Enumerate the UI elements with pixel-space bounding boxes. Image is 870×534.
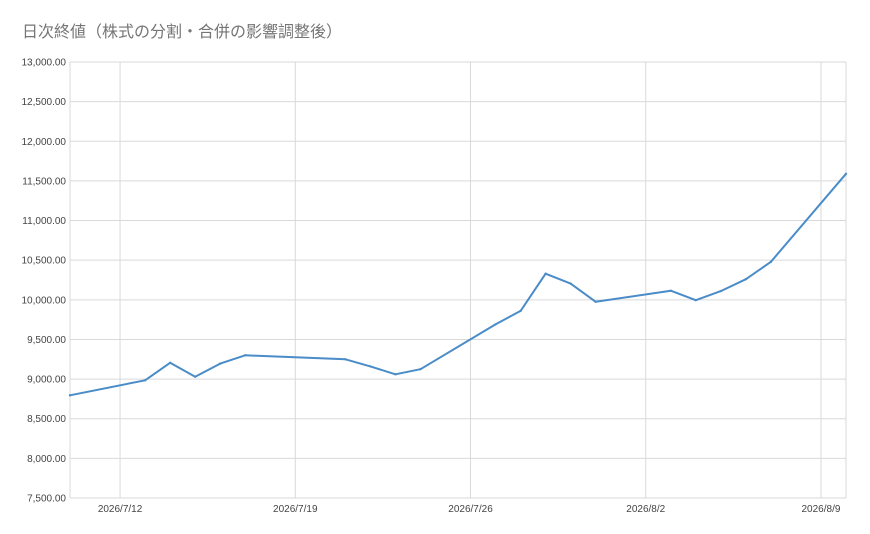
data-point [143, 379, 147, 382]
data-point [519, 309, 522, 313]
data-point [244, 354, 247, 357]
y-tick-label: 12,000.00 [22, 137, 67, 148]
horizontal-gridlines [70, 61, 846, 499]
y-tick-label: 11,000.00 [22, 216, 66, 227]
x-tick-label: 2026/8/2 [626, 504, 665, 515]
y-tick-label: 7,500.00 [27, 494, 66, 505]
y-tick-label: 13,000.00 [22, 58, 67, 69]
data-point [769, 260, 773, 263]
y-tick-label: 9,500.00 [27, 335, 66, 346]
data-point [193, 375, 197, 378]
data-point [719, 289, 723, 293]
data-point [419, 367, 422, 371]
y-axis-labels: 7,500.00 8,000.00 8,500.00 9,000.00 9,500.00… [22, 58, 67, 505]
data-point [544, 272, 547, 275]
y-tick-label: 8,500.00 [27, 414, 66, 425]
series-line [69, 173, 847, 397]
data-point [218, 362, 222, 365]
x-tick-label: 2026/7/26 [448, 504, 493, 515]
data-point [669, 289, 672, 292]
y-tick-label: 11,500.00 [22, 176, 66, 187]
x-tick-label: 2026/7/19 [273, 504, 318, 515]
data-point [494, 323, 497, 326]
data-point [694, 299, 698, 302]
data-point [168, 361, 172, 365]
line-chart: 7,500.00 8,000.00 8,500.00 9,000.00 9,500.00… [22, 58, 848, 515]
data-point [569, 282, 572, 285]
vertical-gridlines [69, 62, 847, 498]
data-point [744, 278, 748, 281]
data-point [68, 394, 72, 397]
data-point [844, 172, 848, 175]
data-point [594, 300, 597, 303]
y-tick-label: 8,000.00 [27, 454, 66, 465]
data-point [344, 358, 347, 361]
y-tick-label: 10,000.00 [22, 295, 67, 306]
x-tick-label: 2026/7/12 [98, 504, 143, 515]
y-tick-label: 12,500.00 [22, 97, 67, 108]
data-point [369, 365, 372, 368]
x-axis-labels: 2026/7/12 2026/7/19 2026/7/26 2026/8/2 2026/… [98, 504, 841, 515]
data-point [394, 373, 397, 376]
y-tick-label: 10,500.00 [22, 256, 67, 267]
x-tick-label: 2026/8/9 [801, 504, 840, 515]
y-tick-label: 9,000.00 [27, 375, 66, 386]
series-group [68, 172, 848, 397]
